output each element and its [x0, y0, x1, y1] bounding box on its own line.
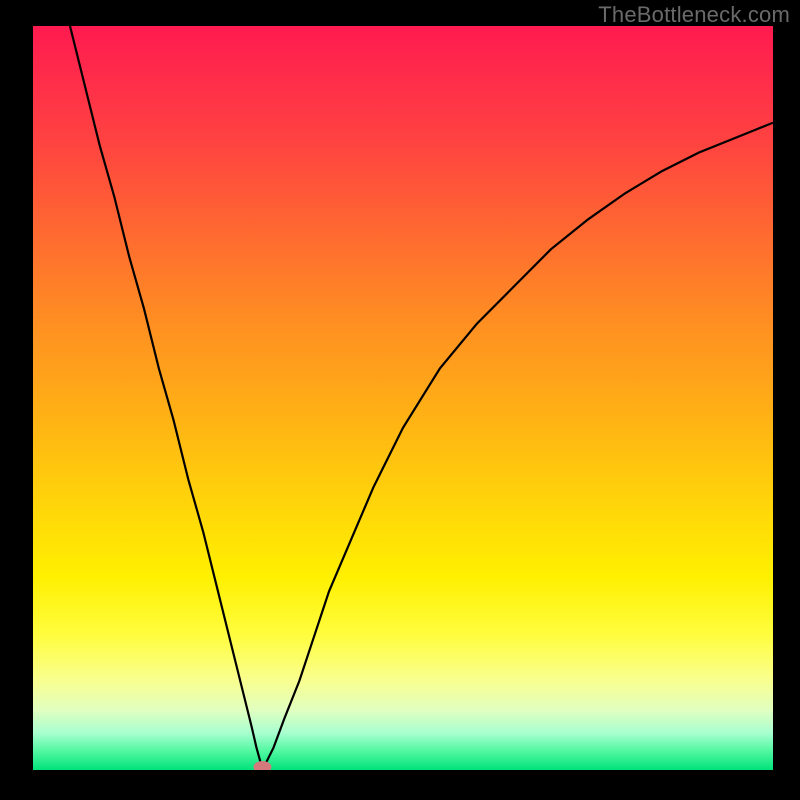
curve-path [70, 26, 773, 767]
chart-frame: TheBottleneck.com [0, 0, 800, 800]
watermark-text: TheBottleneck.com [598, 2, 790, 28]
minimum-marker [253, 761, 271, 770]
bottleneck-curve [33, 26, 773, 770]
plot-area [33, 26, 773, 770]
